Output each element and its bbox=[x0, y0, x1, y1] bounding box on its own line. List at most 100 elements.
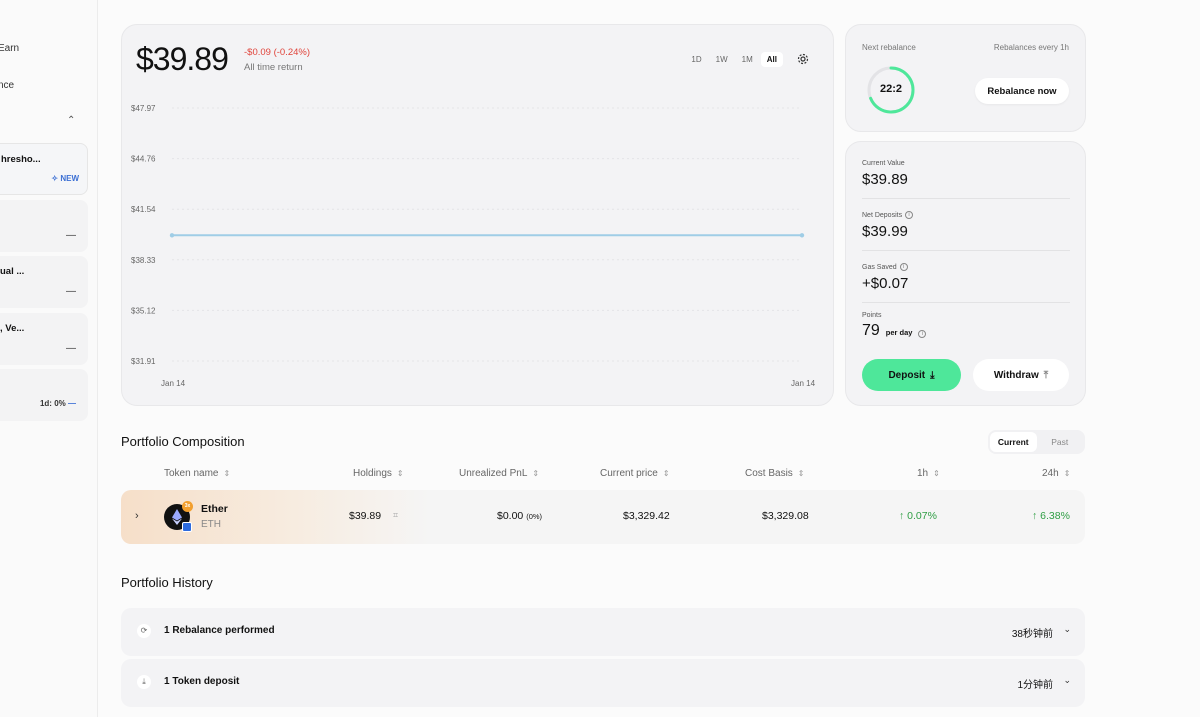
strategy-title: ual ... bbox=[0, 266, 25, 277]
column-header-token[interactable]: Token name ⇕ bbox=[164, 468, 230, 479]
info-icon[interactable]: i bbox=[905, 211, 914, 219]
holdings-value: $39.89 bbox=[349, 510, 382, 522]
points-value: 79 bbox=[862, 322, 880, 339]
strategy-value: — bbox=[66, 230, 76, 241]
history-item[interactable]: ⤓ 1 Token deposit 1分钟前 ⌄ bbox=[121, 659, 1085, 707]
deposit-button-label: Deposit bbox=[888, 369, 926, 381]
strategy-value: 1d: 0% — bbox=[40, 399, 76, 408]
sidebar-strategy-card[interactable]: hresho... ✧ NEW bbox=[0, 143, 88, 195]
y-tick-label: $44.76 bbox=[131, 155, 156, 164]
history-item[interactable]: ⟳ 1 Rebalance performed 38秒钟前 ⌄ bbox=[121, 608, 1085, 656]
chart-icon[interactable]: ⌗ bbox=[393, 510, 398, 521]
refresh-icon: ⟳ bbox=[137, 624, 151, 638]
change-24h-value: 6.38% bbox=[1040, 510, 1070, 522]
deposit-button[interactable]: Deposit ⤓ bbox=[862, 359, 961, 391]
withdraw-button[interactable]: Withdraw ⤒ bbox=[973, 359, 1069, 391]
column-header-label: Cost Basis bbox=[745, 468, 793, 479]
next-rebalance-label: Next rebalance bbox=[862, 43, 916, 52]
composition-title: Portfolio Composition bbox=[121, 434, 245, 449]
sidebar-strategy-card[interactable]: , Ve... — bbox=[0, 313, 88, 365]
history-time: 38秒钟前 bbox=[1011, 629, 1053, 640]
withdraw-button-label: Withdraw bbox=[993, 369, 1039, 381]
change-1h-value: 0.07% bbox=[907, 510, 937, 522]
rebalance-card: Next rebalance Rebalances every 1h 22:2 … bbox=[845, 24, 1086, 132]
net-deposits-stat: Net Deposits i $39.99 bbox=[862, 211, 1070, 251]
chevron-down-icon[interactable]: ⌄ bbox=[1063, 624, 1071, 635]
chevron-right-icon[interactable]: › bbox=[135, 510, 139, 522]
stats-card: Current Value $39.89 Net Deposits i $39.9… bbox=[845, 141, 1086, 406]
net-deposits-label: Net Deposits bbox=[862, 211, 903, 219]
divider bbox=[862, 302, 1070, 303]
app-root: Earn nce ⌃ hresho... ✧ NEW — ual ... — ,… bbox=[0, 0, 1200, 717]
change-1h: ↑ 0.07% bbox=[899, 510, 937, 522]
info-icon[interactable]: i bbox=[899, 263, 908, 271]
y-tick-label: $41.54 bbox=[131, 205, 156, 214]
current-value-label: Current Value bbox=[862, 160, 905, 167]
sidebar-strategy-card[interactable]: 1d: 0% — bbox=[0, 369, 88, 421]
column-header-24h[interactable]: 24h ⇕ bbox=[1042, 468, 1070, 479]
chevron-down-icon[interactable]: ⌄ bbox=[1063, 675, 1071, 686]
sidebar-strategy-card[interactable]: ual ... — bbox=[0, 256, 88, 308]
column-header-label: 24h bbox=[1042, 468, 1059, 479]
toggle-past[interactable]: Past bbox=[1037, 432, 1084, 452]
history-label: 1 Rebalance performed bbox=[164, 625, 275, 636]
pnl-percent: (0%) bbox=[526, 512, 543, 521]
history-time: 1分钟前 bbox=[1017, 680, 1053, 691]
sidebar-link-balance[interactable]: nce bbox=[0, 80, 14, 91]
table-row[interactable]: › 3x Ether ETH $39.89 ⌗ $0.00 (0%) $3,32… bbox=[121, 490, 1085, 544]
points-stat: Points 79 per day i bbox=[862, 312, 1070, 340]
sidebar-link-earn[interactable]: Earn bbox=[0, 43, 19, 54]
column-header-label: Token name bbox=[164, 468, 219, 479]
column-header-label: Holdings bbox=[353, 468, 392, 479]
current-value: $39.89 bbox=[862, 171, 908, 188]
new-badge: ✧ NEW bbox=[51, 174, 79, 183]
column-header-holdings[interactable]: Holdings ⇕ bbox=[353, 468, 404, 479]
new-badge-label: NEW bbox=[60, 174, 79, 183]
history-label: 1 Token deposit bbox=[164, 676, 240, 687]
sort-icon: ⇕ bbox=[223, 469, 231, 478]
sort-icon: ⇕ bbox=[797, 469, 805, 478]
line-chart: $47.97 $44.76 $41.54 $38.33 $35.12 $31.91 Jan … bbox=[131, 104, 816, 388]
data-point[interactable] bbox=[169, 233, 175, 238]
sort-icon: ⇕ bbox=[1063, 469, 1071, 478]
net-deposits-label-row: Net Deposits i bbox=[862, 211, 1070, 219]
info-icon[interactable]: i bbox=[918, 330, 927, 338]
download-icon: ⤓ bbox=[930, 369, 935, 381]
points-label: Points bbox=[862, 312, 882, 319]
data-point[interactable] bbox=[799, 233, 805, 238]
y-tick-label: $35.12 bbox=[131, 306, 156, 315]
token-name: Ether bbox=[201, 503, 228, 515]
divider bbox=[862, 250, 1070, 251]
sort-icon: ⇕ bbox=[662, 469, 670, 478]
net-deposits-value: $39.99 bbox=[862, 223, 908, 240]
column-header-label: Unrealized PnL bbox=[459, 468, 528, 479]
gas-saved-stat: Gas Saved i +$0.07 bbox=[862, 263, 1070, 303]
chevron-up-icon[interactable]: ⌃ bbox=[67, 115, 75, 126]
column-header-pnl[interactable]: Unrealized PnL ⇕ bbox=[459, 468, 539, 479]
current-value-stat: Current Value $39.89 bbox=[862, 160, 1070, 199]
leverage-badge: 3x bbox=[182, 501, 193, 512]
sort-icon: ⇕ bbox=[933, 469, 940, 478]
column-header-label: Current price bbox=[600, 468, 658, 479]
sidebar-strategy-card[interactable]: — bbox=[0, 200, 88, 252]
column-header-1h[interactable]: 1h ⇕ bbox=[917, 468, 940, 479]
toggle-current[interactable]: Current bbox=[990, 432, 1037, 452]
download-icon: ⤓ bbox=[137, 675, 151, 689]
points-row: 79 per day i bbox=[862, 322, 1070, 340]
strategy-title: hresho... bbox=[1, 154, 41, 165]
sort-icon: ⇕ bbox=[532, 469, 540, 478]
y-tick-label: $31.91 bbox=[131, 357, 156, 366]
rebalance-now-button[interactable]: Rebalance now bbox=[975, 78, 1069, 104]
column-header-cost-basis[interactable]: Cost Basis ⇕ bbox=[745, 468, 805, 479]
gas-saved-label: Gas Saved bbox=[862, 263, 897, 271]
points-unit: per day bbox=[885, 328, 913, 337]
strategy-dash: — bbox=[68, 399, 76, 408]
strategy-title: , Ve... bbox=[0, 323, 25, 334]
column-header-price[interactable]: Current price ⇕ bbox=[600, 468, 670, 479]
strategy-value: — bbox=[66, 286, 76, 297]
strategy-return: 1d: 0% bbox=[39, 399, 66, 408]
current-price: $3,329.42 bbox=[623, 510, 670, 522]
cost-basis: $3,329.08 bbox=[762, 510, 809, 522]
pnl-value: $0.00 (0%) bbox=[497, 510, 542, 522]
gas-saved-label-row: Gas Saved i bbox=[862, 263, 1070, 271]
